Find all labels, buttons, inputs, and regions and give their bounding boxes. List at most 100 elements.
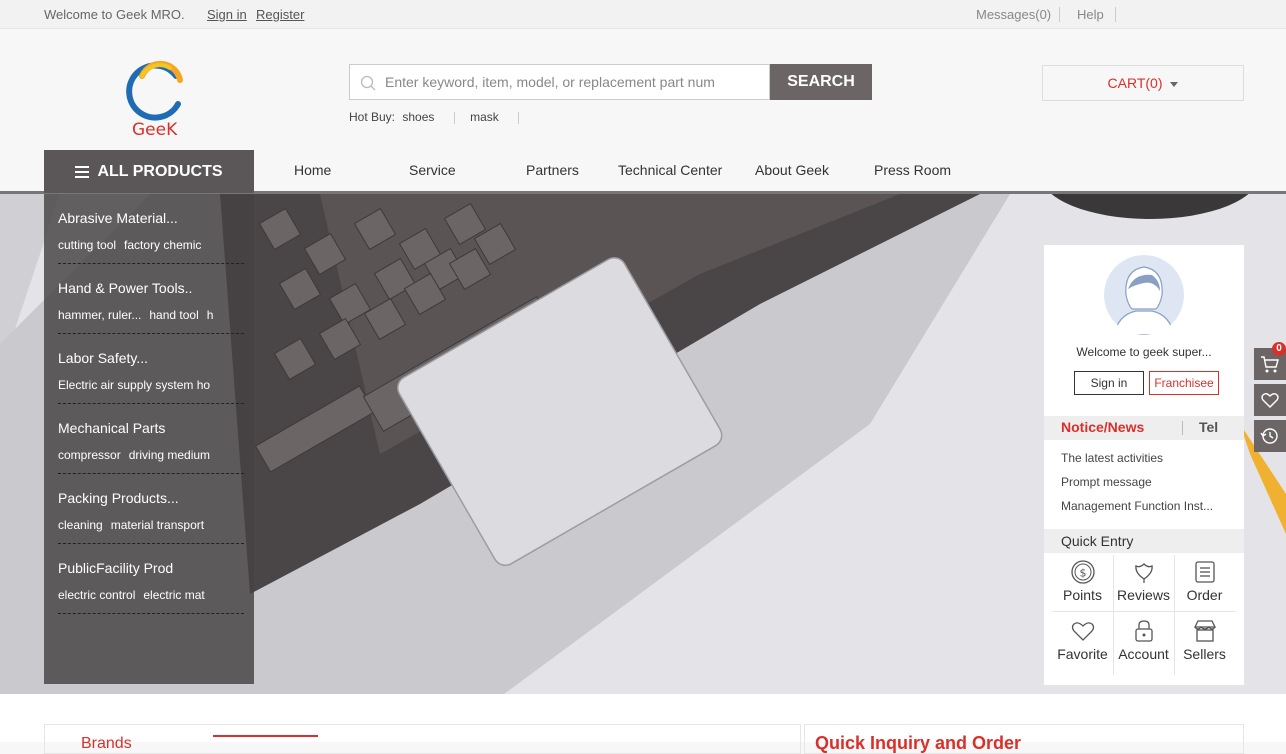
quick-entry-reviews[interactable]: Reviews xyxy=(1113,555,1174,613)
quick-entry-points[interactable]: $ Points xyxy=(1052,555,1113,613)
hot-buy-label: Hot Buy: xyxy=(349,110,396,124)
quick-entry-sellers[interactable]: Sellers xyxy=(1174,614,1235,672)
category-title[interactable]: Hand & Power Tools.. xyxy=(58,280,192,296)
quick-entry-label: Reviews xyxy=(1117,587,1170,603)
subcategory-link[interactable]: hammer, ruler... xyxy=(58,308,141,322)
search-button[interactable]: SEARCH xyxy=(770,64,872,100)
quick-entry-label: Account xyxy=(1118,646,1169,662)
quick-entry-label: Points xyxy=(1063,587,1102,603)
geek-logo[interactable]: GeeK xyxy=(120,58,192,140)
quick-entry-label: Favorite xyxy=(1057,646,1108,662)
quick-entry-order[interactable]: Order xyxy=(1174,555,1235,613)
category-item[interactable]: Mechanical Parts compressor driving mediu… xyxy=(58,404,244,474)
cart-button[interactable]: CART(0) xyxy=(1042,65,1244,101)
flower-icon xyxy=(1134,563,1153,583)
floating-favorite-button[interactable] xyxy=(1254,384,1286,416)
panel-sign-in-button[interactable]: Sign in xyxy=(1074,371,1144,395)
caret-down-icon xyxy=(1170,81,1179,87)
all-products-button[interactable]: ALL PRODUCTS xyxy=(44,150,254,193)
category-title[interactable]: Mechanical Parts xyxy=(58,420,165,436)
category-item[interactable]: PublicFacility Prod electric control elec… xyxy=(58,544,244,614)
category-subs: hammer, ruler... hand tool h xyxy=(58,308,244,322)
subcategory-link[interactable]: cleaning xyxy=(58,518,103,532)
nav-about-geek[interactable]: About Geek xyxy=(755,162,829,178)
category-title[interactable]: Labor Safety... xyxy=(58,350,148,366)
nav-technical-center[interactable]: Technical Center xyxy=(618,162,722,178)
logo-text: GeeK xyxy=(132,120,178,140)
main-nav: ALL PRODUCTS Home Service Partners Techn… xyxy=(0,150,1286,193)
notice-item[interactable]: Prompt message xyxy=(1061,475,1152,489)
category-menu: Abrasive Material... cutting tool factory… xyxy=(44,194,254,684)
tab-underline xyxy=(213,735,318,737)
subcategory-link[interactable]: cutting tool xyxy=(58,238,116,252)
hot-buy-item[interactable]: mask xyxy=(470,110,499,124)
category-subs: cleaning material transport xyxy=(58,518,244,532)
notice-item[interactable]: The latest activities xyxy=(1061,451,1163,465)
cart-icon xyxy=(1261,356,1279,373)
lock-icon xyxy=(1134,620,1153,642)
tab-tel[interactable]: Tel xyxy=(1199,419,1218,435)
nav-partners[interactable]: Partners xyxy=(526,162,579,178)
divider xyxy=(453,111,455,124)
subcategory-link[interactable]: electric control xyxy=(58,588,135,602)
bottom-section: Brands Quick Inquiry and Order xyxy=(0,694,1286,754)
hot-buy-item[interactable]: shoes xyxy=(402,110,434,124)
cart-label: CART(0) xyxy=(1107,75,1163,91)
subcategory-link[interactable]: Electric air supply system ho xyxy=(58,378,210,392)
nav-press-room[interactable]: Press Room xyxy=(874,162,951,178)
quick-entry-title: Quick Entry xyxy=(1044,529,1244,553)
subcategory-link[interactable]: hand tool xyxy=(149,308,198,322)
user-welcome-text: Welcome to geek super... xyxy=(1076,345,1212,359)
floating-history-button[interactable] xyxy=(1254,420,1286,452)
nav-service[interactable]: Service xyxy=(409,162,456,178)
store-icon xyxy=(1193,620,1216,642)
category-subs: Electric air supply system ho xyxy=(58,378,244,392)
hot-buy: Hot Buy: shoes mask xyxy=(349,110,531,124)
coin-icon: $ xyxy=(1070,560,1095,584)
category-title[interactable]: Packing Products... xyxy=(58,490,179,506)
subcategory-link[interactable]: compressor xyxy=(58,448,121,462)
subcategory-link[interactable]: electric mat xyxy=(143,588,204,602)
top-bar: Welcome to Geek MRO. Sign in Register Me… xyxy=(0,0,1286,29)
divider xyxy=(1182,421,1183,435)
category-item[interactable]: Packing Products... cleaning material tra… xyxy=(58,474,244,544)
tab-notice-news[interactable]: Notice/News xyxy=(1061,419,1144,435)
category-subs: cutting tool factory chemic xyxy=(58,238,244,252)
divider xyxy=(518,111,520,124)
help-link[interactable]: Help xyxy=(1077,7,1104,22)
brands-tab[interactable]: Brands xyxy=(81,735,132,753)
heart-icon xyxy=(1071,622,1094,641)
search-icon xyxy=(360,75,376,91)
search-input[interactable] xyxy=(385,65,715,99)
messages-link[interactable]: Messages(0) xyxy=(976,7,1051,22)
quick-entry-label: Order xyxy=(1186,587,1223,603)
divider xyxy=(1059,7,1060,22)
brands-box: Brands xyxy=(44,724,801,754)
user-silhouette-icon xyxy=(1113,266,1175,335)
subcategory-link[interactable]: h xyxy=(207,308,214,322)
floating-cart-button[interactable]: 0 xyxy=(1254,342,1286,380)
category-title[interactable]: PublicFacility Prod xyxy=(58,560,173,576)
quick-entry-favorite[interactable]: Favorite xyxy=(1052,614,1113,672)
franchisee-button[interactable]: Franchisee xyxy=(1149,371,1219,395)
subcategory-link[interactable]: factory chemic xyxy=(124,238,201,252)
category-subs: compressor driving medium xyxy=(58,448,244,462)
menu-icon xyxy=(75,165,90,178)
search-box xyxy=(349,64,770,100)
notice-item[interactable]: Management Function Inst... xyxy=(1061,499,1213,513)
sign-in-link[interactable]: Sign in xyxy=(207,7,247,22)
subcategory-link[interactable]: driving medium xyxy=(129,448,210,462)
welcome-text: Welcome to Geek MRO. xyxy=(44,7,185,22)
user-panel: Welcome to geek super... Sign in Franchi… xyxy=(1044,245,1244,685)
nav-home[interactable]: Home xyxy=(294,162,331,178)
svg-text:$: $ xyxy=(1079,567,1086,580)
category-item[interactable]: Abrasive Material... cutting tool factory… xyxy=(58,194,244,264)
quick-entry-account[interactable]: Account xyxy=(1113,614,1174,672)
category-item[interactable]: Labor Safety... Electric air supply syst… xyxy=(58,334,244,404)
subcategory-link[interactable]: material transport xyxy=(111,518,204,532)
quick-entry-label: Sellers xyxy=(1183,646,1226,662)
category-item[interactable]: Hand & Power Tools.. hammer, ruler... han… xyxy=(58,264,244,334)
register-link[interactable]: Register xyxy=(256,7,304,22)
avatar xyxy=(1104,255,1184,335)
category-title[interactable]: Abrasive Material... xyxy=(58,210,178,226)
